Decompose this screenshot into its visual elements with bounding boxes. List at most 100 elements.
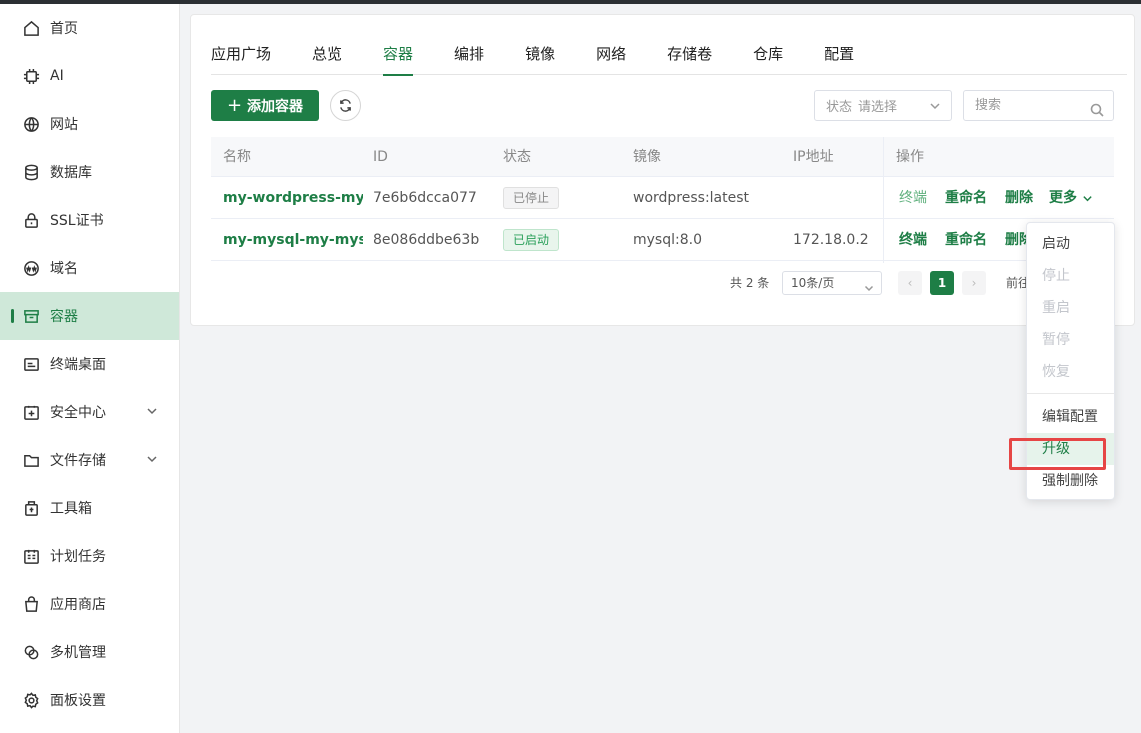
sidebar-item-terminal[interactable]: 终端桌面 bbox=[0, 340, 179, 388]
sidebar-item-website[interactable]: 网站 bbox=[0, 100, 179, 148]
tab-volume[interactable]: 存储卷 bbox=[667, 43, 712, 75]
menu-item-start[interactable]: 启动 bbox=[1027, 228, 1114, 260]
rename-button[interactable]: 重命名 bbox=[945, 219, 987, 261]
sidebar-item-label: 容器 bbox=[50, 309, 78, 325]
sidebar-item-label: 计划任务 bbox=[50, 549, 106, 565]
header-name: 名称 bbox=[223, 149, 251, 165]
menu-item-stop[interactable]: 停止 bbox=[1027, 260, 1114, 292]
sidebar-item-ssl[interactable]: SSL证书 bbox=[0, 196, 179, 244]
chevron-down-icon bbox=[1082, 190, 1093, 206]
header-ops: 操作 bbox=[896, 149, 924, 165]
sidebar-item-toolbox[interactable]: 工具箱 bbox=[0, 484, 179, 532]
page-size-value: 10条/页 bbox=[791, 276, 835, 290]
tab-bar: 应用广场 总览 容器 编排 镜像 网络 存储卷 仓库 配置 bbox=[211, 43, 1127, 76]
menu-item-pause[interactable]: 暂停 bbox=[1027, 324, 1114, 356]
status-select-label: 状态 bbox=[826, 100, 853, 115]
chevron-down-icon[interactable] bbox=[145, 452, 159, 466]
menu-divider bbox=[1027, 393, 1114, 394]
chip-icon bbox=[22, 67, 40, 85]
lock-icon bbox=[22, 211, 40, 229]
sidebar-item-label: 终端桌面 bbox=[50, 357, 106, 373]
box-icon bbox=[22, 307, 40, 325]
sidebar-item-tasks[interactable]: 计划任务 bbox=[0, 532, 179, 580]
status-badge: 已停止 bbox=[503, 187, 560, 209]
add-container-label: 添加容器 bbox=[247, 98, 304, 115]
search-input[interactable]: 搜索 bbox=[963, 90, 1114, 121]
table-row: my-wordpress-my-wordpress 7e6b6dcca077 已… bbox=[211, 177, 1114, 219]
menu-item-resume[interactable]: 恢复 bbox=[1027, 356, 1114, 388]
sidebar-item-label: 应用商店 bbox=[50, 597, 106, 613]
highlight-box bbox=[1009, 438, 1106, 470]
container-id: 7e6b6dcca077 bbox=[373, 190, 477, 206]
prev-page-button[interactable]: ‹ bbox=[898, 271, 922, 295]
sidebar: 首页 AI 网站 数据库 SSL证书 域名 容器 终端桌面 安全中心 文件存储 bbox=[0, 4, 180, 733]
container-image: mysql:8.0 bbox=[633, 232, 702, 248]
container-name-link[interactable]: my-wordpress-my-wordpress bbox=[223, 177, 363, 219]
sidebar-item-label: 面板设置 bbox=[50, 693, 106, 709]
toolbox-icon bbox=[22, 499, 40, 517]
rename-button[interactable]: 重命名 bbox=[945, 177, 987, 219]
bag-icon bbox=[22, 595, 40, 613]
tab-registry[interactable]: 仓库 bbox=[753, 43, 783, 75]
sidebar-item-files[interactable]: 文件存储 bbox=[0, 436, 179, 484]
next-page-button[interactable]: › bbox=[962, 271, 986, 295]
tab-image[interactable]: 镜像 bbox=[525, 43, 555, 75]
container-name-link[interactable]: my-mysql-my-mysql bbox=[223, 219, 363, 261]
terminal-button[interactable]: 终端 bbox=[899, 177, 927, 219]
sidebar-item-label: SSL证书 bbox=[50, 213, 104, 229]
header-image: 镜像 bbox=[633, 149, 661, 165]
tab-compose[interactable]: 编排 bbox=[454, 43, 484, 75]
gear-icon bbox=[22, 691, 40, 709]
sidebar-item-settings[interactable]: 面板设置 bbox=[0, 676, 179, 724]
sidebar-item-label: 工具箱 bbox=[50, 501, 92, 517]
refresh-button[interactable] bbox=[330, 90, 361, 121]
sidebar-item-label: 域名 bbox=[50, 261, 78, 277]
menu-item-edit-config[interactable]: 编辑配置 bbox=[1027, 401, 1114, 433]
sidebar-item-ai[interactable]: AI bbox=[0, 52, 179, 100]
container-id: 8e086ddbe63b bbox=[373, 232, 480, 248]
container-panel: 应用广场 总览 容器 编排 镜像 网络 存储卷 仓库 配置 + 添加容器 状态 … bbox=[190, 14, 1135, 326]
header-id: ID bbox=[373, 149, 388, 165]
chevron-left-icon: ‹ bbox=[907, 276, 913, 290]
add-container-button[interactable]: + 添加容器 bbox=[211, 90, 319, 121]
terminal-button[interactable]: 终端 bbox=[899, 219, 927, 261]
chevron-down-icon[interactable] bbox=[145, 404, 159, 418]
ops-column-divider bbox=[883, 137, 884, 263]
tab-container[interactable]: 容器 bbox=[383, 43, 414, 76]
sidebar-item-label: 首页 bbox=[50, 21, 78, 37]
plus-icon: + bbox=[226, 94, 243, 116]
menu-item-restart[interactable]: 重启 bbox=[1027, 292, 1114, 324]
container-ip: 172.18.0.2 bbox=[793, 232, 869, 248]
tab-network[interactable]: 网络 bbox=[596, 43, 626, 75]
page-size-select[interactable]: 10条/页 bbox=[782, 271, 882, 295]
header-status: 状态 bbox=[503, 149, 531, 165]
tab-app-square[interactable]: 应用广场 bbox=[211, 43, 271, 75]
folder-icon bbox=[22, 451, 40, 469]
sidebar-item-container[interactable]: 容器 bbox=[0, 292, 179, 340]
chevron-down-icon bbox=[929, 100, 941, 112]
delete-button[interactable]: 删除 bbox=[1005, 177, 1033, 219]
table-row: my-mysql-my-mysql 8e086ddbe63b 已启动 mysql… bbox=[211, 219, 1114, 261]
tab-config[interactable]: 配置 bbox=[824, 43, 854, 75]
sidebar-item-multihost[interactable]: 多机管理 bbox=[0, 628, 179, 676]
shield-plus-icon bbox=[22, 403, 40, 421]
sidebar-item-label: 安全中心 bbox=[50, 405, 106, 421]
calendar-icon bbox=[22, 547, 40, 565]
sidebar-item-database[interactable]: 数据库 bbox=[0, 148, 179, 196]
home-icon bbox=[22, 19, 40, 37]
status-select[interactable]: 状态 请选择 bbox=[814, 90, 952, 121]
chevron-down-icon bbox=[864, 278, 874, 300]
sidebar-item-label: 数据库 bbox=[50, 165, 92, 181]
sidebar-item-domain[interactable]: 域名 bbox=[0, 244, 179, 292]
sidebar-item-home[interactable]: 首页 bbox=[0, 4, 179, 52]
refresh-icon bbox=[340, 99, 351, 112]
header-ip: IP地址 bbox=[793, 149, 834, 165]
chevron-right-icon: › bbox=[971, 276, 977, 290]
page-button[interactable]: 1 bbox=[930, 271, 954, 295]
sidebar-item-appstore[interactable]: 应用商店 bbox=[0, 580, 179, 628]
sidebar-item-security[interactable]: 安全中心 bbox=[0, 388, 179, 436]
search-icon[interactable] bbox=[1090, 99, 1104, 117]
status-badge: 已启动 bbox=[503, 229, 560, 251]
more-button[interactable]: 更多 bbox=[1049, 177, 1093, 219]
tab-overview[interactable]: 总览 bbox=[312, 43, 342, 75]
